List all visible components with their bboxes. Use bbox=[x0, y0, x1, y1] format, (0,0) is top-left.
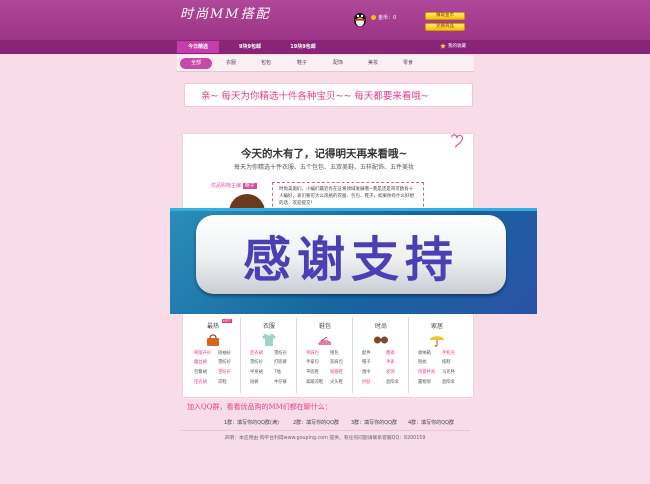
promo-banner-text: 亲~ 每天为你精选十件各种宝贝~~ 每天都要来看哦~ bbox=[201, 91, 429, 102]
category-link[interactable]: 包臀裙 bbox=[194, 370, 207, 375]
category-link[interactable]: 高跟凉鞋 bbox=[306, 380, 323, 385]
category-link[interactable]: 平底鞋 bbox=[306, 370, 319, 375]
qq-group-1[interactable]: 1群：填写你的QQ群(满) bbox=[224, 419, 279, 426]
main-nav bbox=[0, 40, 650, 54]
tab-19-9[interactable]: 19块9包邮 bbox=[281, 41, 325, 53]
category-title: 鞋包 bbox=[318, 323, 331, 330]
category-link[interactable]: 墨镜 bbox=[386, 351, 395, 356]
category-link[interactable]: 手机壳 bbox=[442, 351, 455, 356]
earn-coins-button[interactable]: 赚取金币 bbox=[425, 12, 465, 20]
category-link[interactable]: 发饰 bbox=[386, 370, 395, 375]
coin-balance: 金币：0 bbox=[371, 14, 396, 21]
category-link[interactable]: 拖鞋 bbox=[442, 360, 451, 365]
category-link[interactable]: 蕾丝裙 bbox=[194, 360, 207, 365]
shirt-icon bbox=[262, 334, 276, 346]
subnav-snacks[interactable]: 零食 bbox=[397, 58, 419, 69]
category-hot: 最热 HOT 韩版开衫 短袖衫 蕾丝裙 雪纺衫 包臀裙 雪纺衫 连衣裙 凉鞋 bbox=[185, 317, 241, 393]
category-link[interactable]: 抱枕 bbox=[418, 360, 427, 365]
category-link[interactable]: 收纳箱 bbox=[418, 351, 431, 356]
category-link[interactable]: 双肩包 bbox=[330, 360, 343, 365]
subnav-shoes[interactable]: 鞋子 bbox=[291, 58, 313, 69]
category-link[interactable]: 韩版开衫 bbox=[194, 351, 211, 356]
thanks-card: 感谢支持 bbox=[196, 215, 506, 294]
category-home: 家居 收纳箱 手机壳 抱枕 拖鞋 创意杯具 马克杯 置物架 遮阳伞 bbox=[409, 317, 465, 393]
category-link[interactable]: 牛仔裤 bbox=[274, 380, 287, 385]
coin-balance-text: 金币：0 bbox=[378, 15, 397, 21]
category-link[interactable]: 连衣裙 bbox=[194, 380, 207, 385]
category-fashion: 时尚 配件 墨镜 帽子 手表 围巾 发饰 护肤 遮阳伞 bbox=[353, 317, 409, 393]
qq-group-2[interactable]: 2群：填写你的QQ群 bbox=[293, 419, 339, 426]
category-link[interactable]: 配件 bbox=[362, 351, 371, 356]
category-link[interactable]: T恤 bbox=[274, 370, 281, 375]
category-link[interactable]: 雪纺衫 bbox=[250, 360, 263, 365]
coin-icon bbox=[371, 15, 376, 20]
hot-badge: HOT bbox=[222, 319, 232, 323]
qq-group-4[interactable]: 4群：填写你的QQ群 bbox=[408, 419, 454, 426]
qq-penguin-icon bbox=[354, 13, 366, 27]
heart-doodle-icon bbox=[451, 134, 463, 148]
category-link[interactable]: 雪纺衫 bbox=[274, 351, 287, 356]
category-link[interactable]: 雪纺衫 bbox=[218, 360, 231, 365]
category-link[interactable]: 置物架 bbox=[418, 380, 431, 385]
category-link[interactable]: 帽子 bbox=[362, 360, 371, 365]
category-link[interactable]: 单肩包 bbox=[306, 351, 319, 356]
category-clothes: 衣服 连衣裙 雪纺衫 雪纺衫 打底裤 半身裙 T恤 短裤 牛仔裤 bbox=[241, 317, 297, 393]
category-link[interactable]: 马克杯 bbox=[442, 370, 455, 375]
category-link[interactable]: 打底裤 bbox=[274, 360, 287, 365]
category-link[interactable]: 手表 bbox=[386, 360, 395, 365]
category-title: 时尚 bbox=[374, 323, 387, 330]
sandal-icon bbox=[318, 336, 331, 345]
empty-title: 今天的木有了，记得明天再来看哦~ bbox=[241, 148, 408, 160]
editor-label-prefix: 优品购物主编 bbox=[211, 183, 242, 189]
site-logo[interactable]: 时尚MM搭配 bbox=[180, 3, 271, 22]
category-link[interactable]: 遮阳伞 bbox=[386, 380, 399, 385]
redeem-button[interactable]: 兑换商品 bbox=[425, 23, 465, 31]
category-link[interactable]: 短裤 bbox=[250, 380, 259, 385]
category-link[interactable]: 坡跟鞋 bbox=[330, 370, 343, 375]
sunglasses-icon bbox=[374, 336, 388, 344]
category-link[interactable]: 遮阳伞 bbox=[442, 380, 455, 385]
qq-groups-title: 加入QQ群，看看优品购的MM们都在聊什么： bbox=[187, 403, 332, 411]
category-link[interactable]: 围巾 bbox=[362, 370, 371, 375]
category-link[interactable]: 护肤 bbox=[362, 380, 371, 385]
subnav-clothes[interactable]: 衣服 bbox=[220, 58, 242, 69]
umbrella-icon bbox=[430, 336, 444, 347]
favorites-link[interactable]: 我的收藏 bbox=[440, 43, 466, 49]
empty-subtitle: 每天为你精选十件衣服、五个包包、五双美鞋、五样配饰、五件美妆 bbox=[234, 164, 415, 171]
category-link[interactable]: 连衣裙 bbox=[250, 351, 263, 356]
qq-group-3[interactable]: 3群：填写你的QQ群 bbox=[351, 419, 397, 426]
category-link[interactable]: 钱包 bbox=[330, 351, 339, 356]
promo-banner: 亲~ 每天为你精选十件各种宝贝~~ 每天都要来看哦~ bbox=[184, 83, 473, 107]
category-link[interactable]: 凉鞋 bbox=[218, 380, 227, 385]
category-grid: 最热 HOT 韩版开衫 短袖衫 蕾丝裙 雪纺衫 包臀裙 雪纺衫 连衣裙 凉鞋 衣… bbox=[185, 317, 467, 393]
category-link[interactable]: 半身裙 bbox=[250, 370, 263, 375]
category-title: 家居 bbox=[430, 323, 443, 330]
editor-label: 优品购物主编 楠子 bbox=[211, 182, 257, 189]
app-header bbox=[0, 0, 650, 40]
category-link[interactable]: 短袖衫 bbox=[218, 351, 231, 356]
category-link[interactable]: 手拿包 bbox=[306, 360, 319, 365]
subnav-accessories[interactable]: 配饰 bbox=[327, 58, 349, 69]
subnav-all[interactable]: 全部 bbox=[180, 58, 212, 69]
category-title: 最热 bbox=[206, 323, 219, 330]
footer-disclaimer: 声明：本应用由 购平台利得www.gouping.com 提供，有任何问题请联系… bbox=[224, 436, 426, 441]
category-link[interactable]: 雪纺衫 bbox=[218, 370, 231, 375]
category-link[interactable]: 尖头鞋 bbox=[330, 380, 343, 385]
category-title: 衣服 bbox=[262, 323, 275, 330]
tab-today[interactable]: 今日精选 bbox=[177, 41, 219, 53]
subnav-beauty[interactable]: 美妆 bbox=[362, 58, 384, 69]
favorites-label: 我的收藏 bbox=[448, 44, 466, 49]
handbag-icon bbox=[207, 334, 219, 346]
category-shoes-bags: 鞋包 单肩包 钱包 手拿包 双肩包 平底鞋 坡跟鞋 高跟凉鞋 尖头鞋 bbox=[297, 317, 353, 393]
subnav-bags[interactable]: 包包 bbox=[255, 58, 277, 69]
star-icon bbox=[440, 43, 446, 49]
footer-divider bbox=[180, 430, 470, 431]
editor-badge: 楠子 bbox=[242, 183, 257, 189]
category-link[interactable]: 创意杯具 bbox=[418, 370, 435, 375]
tab-9-9[interactable]: 9块9包邮 bbox=[230, 41, 270, 53]
